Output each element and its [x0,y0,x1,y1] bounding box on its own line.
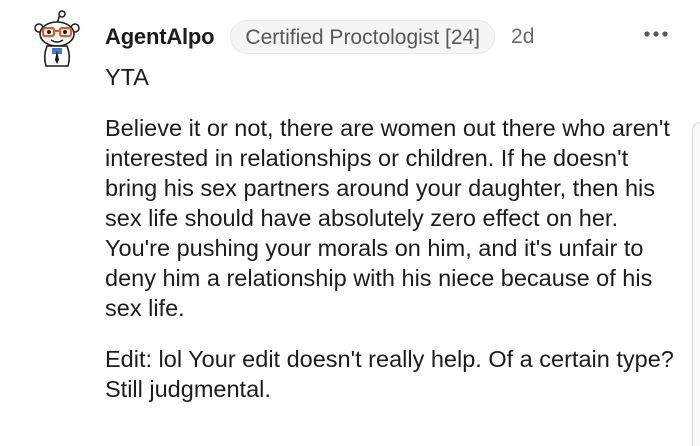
author-username[interactable]: AgentAlpo [105,24,215,50]
comment-paragraph: Edit: lol Your edit doesn't really help.… [105,346,674,402]
user-flair: Certified Proctologist [24] [230,20,496,54]
snoo-avatar-icon[interactable] [30,10,84,68]
more-options-icon[interactable] [642,24,670,44]
comment-body: YTA Believe it or not, there are women o… [105,62,680,404]
scrollbar[interactable] [692,122,700,446]
comment-paragraph: Believe it or not, there are women out t… [105,115,670,321]
comment-age: 2d [511,25,535,48]
comment-verdict: YTA [105,64,149,90]
comment-header: AgentAlpo Certified Proctologist [24] 2d [105,20,534,54]
comment: AgentAlpo Certified Proctologist [24] 2d… [0,0,700,446]
